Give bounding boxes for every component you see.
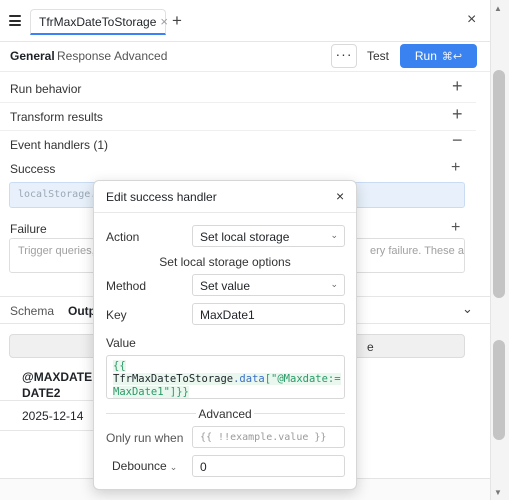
failure-placeholder-right: ery failure. These are	[370, 245, 465, 257]
modal-title: Edit success handler	[106, 190, 217, 204]
advanced-heading: Advanced	[198, 407, 252, 421]
method-select[interactable]: Set value ⌄	[192, 274, 345, 296]
expand-plus-icon[interactable]: +	[452, 77, 463, 95]
hamburger-menu-icon[interactable]	[9, 15, 21, 26]
only-run-when-label: Only run when	[106, 431, 184, 445]
tab-general[interactable]: General	[10, 49, 55, 63]
results-cell: 2025-12-14	[22, 409, 84, 423]
add-success-handler-icon[interactable]: +	[451, 159, 460, 177]
edit-success-handler-modal: Edit success handler × Action Set local …	[93, 180, 357, 490]
close-tab-icon[interactable]: ×	[160, 14, 168, 29]
options-heading: Set local storage options	[159, 255, 291, 269]
add-failure-handler-icon[interactable]: +	[451, 219, 460, 237]
section-run-behavior[interactable]: Run behavior +	[0, 75, 476, 103]
code-line-1: {{ TfrMaxDateToStorage.data["@Maxdate:=	[113, 360, 341, 386]
section-event-handlers-label: Event handlers (1)	[10, 138, 109, 152]
tab-response[interactable]: Response	[57, 49, 111, 63]
divider-right	[254, 413, 345, 414]
method-label: Method	[106, 279, 147, 293]
code-line-2: MaxDate1"]}}	[113, 386, 338, 399]
section-transform-results[interactable]: Transform results +	[0, 103, 476, 131]
code-token-identifier: TfrMaxDateToStorage	[113, 373, 234, 385]
expand-plus-icon[interactable]: +	[452, 105, 463, 123]
run-button[interactable]: Run ⌘↩	[400, 44, 477, 68]
scrollbar-thumb-lower[interactable]	[493, 340, 505, 440]
debounce-input[interactable]: 0	[192, 455, 345, 477]
more-options-button[interactable]: ···	[331, 44, 357, 68]
test-button[interactable]: Test	[362, 44, 394, 68]
scroll-down-arrow-icon[interactable]: ▼	[494, 488, 502, 497]
failure-placeholder-left: Trigger queries,	[18, 245, 95, 257]
run-shortcut-hint: ⌘↩	[441, 50, 463, 63]
tab-schema[interactable]: Schema	[10, 304, 54, 318]
tab-output[interactable]: Outp	[68, 304, 96, 318]
query-tabs-bar: TfrMaxDateToStorage × + ×	[0, 0, 490, 42]
section-transform-results-label: Transform results	[10, 110, 103, 124]
run-button-label: Run	[414, 49, 437, 63]
section-event-handlers[interactable]: Event handlers (1) −	[0, 131, 476, 159]
action-select-value: Set local storage	[200, 230, 290, 244]
query-tab[interactable]: TfrMaxDateToStorage ×	[30, 9, 168, 35]
only-run-when-input[interactable]: {{ !!example.value }}	[192, 426, 345, 448]
row-divider	[0, 430, 95, 431]
chevron-down-icon[interactable]: ⌄	[462, 301, 473, 317]
key-label: Key	[106, 308, 127, 322]
action-label: Action	[106, 230, 140, 244]
scroll-up-arrow-icon[interactable]: ▲	[494, 4, 502, 13]
chevron-down-icon: ⌄	[169, 462, 178, 472]
key-input[interactable]: MaxDate1	[192, 303, 345, 325]
close-icon[interactable]: ×	[336, 188, 344, 204]
output-toolbar-text: e	[367, 340, 374, 354]
close-panel-icon[interactable]: ×	[467, 12, 476, 28]
query-tab-label: TfrMaxDateToStorage	[39, 14, 157, 29]
success-label: Success	[10, 162, 56, 176]
code-token-string-end: MaxDate1"]}}	[113, 386, 189, 398]
value-code-editor[interactable]: {{ TfrMaxDateToStorage.data["@Maxdate:= …	[106, 355, 345, 399]
modal-header: Edit success handler ×	[94, 181, 356, 213]
code-token-string: ["@Maxdate:=	[264, 373, 341, 385]
scrollbar-thumb[interactable]	[493, 70, 505, 298]
row-divider	[0, 400, 95, 401]
debounce-dropdown[interactable]: Debounce ⌄	[106, 457, 177, 477]
code-token-open-brace: {{	[113, 360, 126, 372]
code-token-property: .data	[233, 373, 265, 385]
chevron-down-icon: ⌄	[330, 279, 338, 289]
value-label: Value	[106, 336, 136, 350]
section-run-behavior-label: Run behavior	[10, 82, 82, 96]
debounce-label: Debounce	[112, 459, 167, 473]
new-tab-button[interactable]: +	[172, 12, 182, 29]
action-select[interactable]: Set local storage ⌄	[192, 225, 345, 247]
method-select-value: Set value	[200, 279, 251, 293]
chevron-down-icon: ⌄	[330, 230, 338, 240]
tab-advanced[interactable]: Advanced	[114, 49, 167, 63]
collapse-minus-icon[interactable]: −	[452, 131, 463, 149]
failure-label: Failure	[10, 222, 47, 236]
